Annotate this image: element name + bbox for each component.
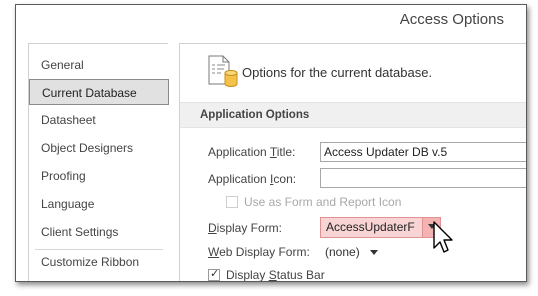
use-as-form-report-icon-label: Use as Form and Report Icon [244,195,402,209]
title-bar: Access Options [16,5,526,37]
nav-item-general[interactable]: General [29,52,169,78]
web-display-form-dropdown[interactable]: (none) [325,245,378,259]
chevron-down-icon [369,250,378,256]
display-form-value: AccessUpdaterF [326,220,415,234]
checkbox-box: ✓ [208,268,220,281]
application-title-input[interactable]: Access Updater DB v.5 [320,142,526,162]
section-title: Application Options [200,109,310,121]
nav-item-client-settings[interactable]: Client Settings [29,219,169,245]
header-text: Options for the current database. [242,65,433,80]
display-status-bar-label: Display Status Bar [226,268,325,282]
dialog-title: Access Options [399,11,504,28]
web-display-form-label: Web Display Form: [208,245,310,259]
nav-item-proofing[interactable]: Proofing [29,163,169,189]
checkbox-box [226,196,238,208]
application-icon-input[interactable] [320,168,526,188]
nav-item-current-database[interactable]: Current Database [29,79,169,105]
nav-item-customize-ribbon[interactable]: Customize Ribbon [29,249,169,275]
display-form-dropdown[interactable]: AccessUpdaterF [320,217,441,238]
options-content: Options for the current database. Applic… [179,43,526,282]
nav-item-language[interactable]: Language [29,191,169,217]
database-options-icon [208,55,238,87]
nav-item-object-designers[interactable]: Object Designers [29,135,169,161]
nav-item-datasheet[interactable]: Datasheet [29,107,169,133]
section-header: Application Options [180,102,526,128]
mouse-pointer-icon [433,221,453,253]
web-display-form-value: (none) [325,245,360,259]
checkmark-icon: ✓ [210,268,220,280]
application-title-label: Application Title: [208,145,296,159]
display-form-label: Display Form: [208,221,283,235]
options-nav: General Current Database Datasheet Objec… [28,43,169,281]
application-icon-label: Application Icon: [208,172,297,186]
